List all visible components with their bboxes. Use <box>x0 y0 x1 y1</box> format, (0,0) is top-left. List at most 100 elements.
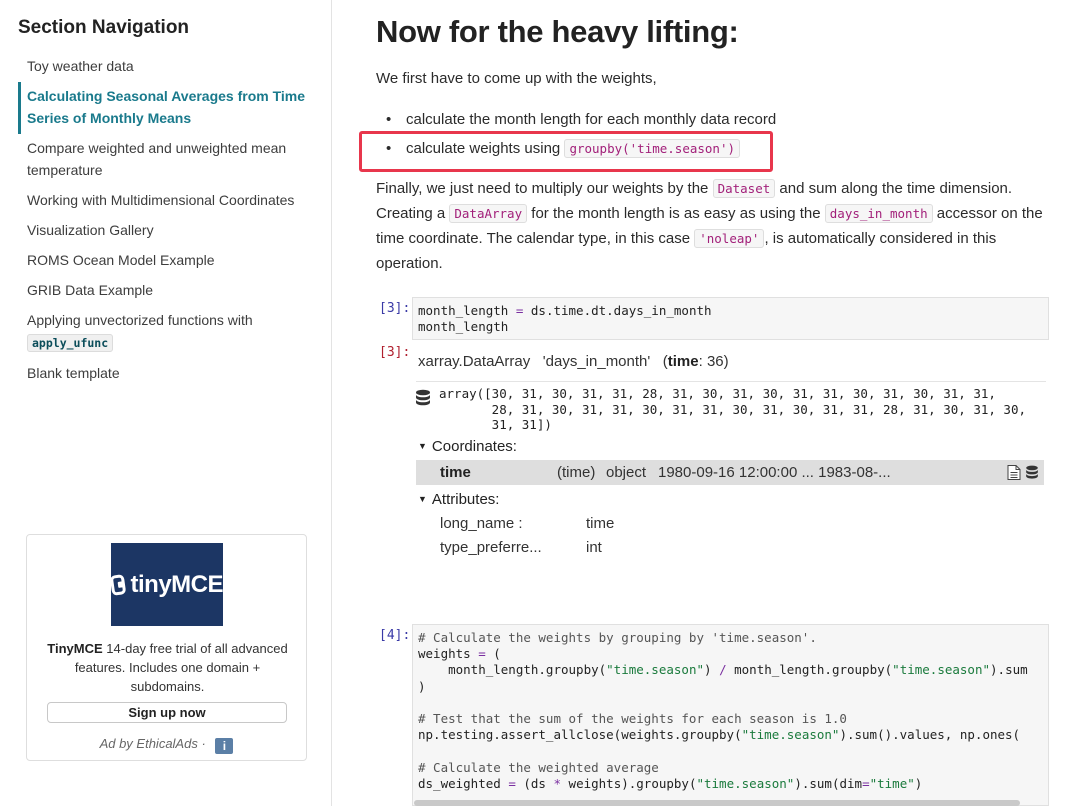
code-text: ).sum <box>990 662 1028 678</box>
code-operator: * <box>553 775 562 791</box>
sidebar-item-seasonal-averages[interactable]: Calculating Seasonal Averages from Time … <box>18 82 318 134</box>
dataarray-dim-size: : 36) <box>698 353 729 370</box>
attr-value: int <box>586 539 602 556</box>
cell-3-input-prompt: [3]: <box>379 301 411 316</box>
code-string: "time.season" <box>696 775 795 791</box>
code-string: "time" <box>869 775 915 791</box>
array-line: array([30, 31, 30, 31, 31, 28, 31, 30, 3… <box>439 386 996 401</box>
triangle-down-icon: ▼ <box>418 494 427 504</box>
sidebar-item-apply-ufunc[interactable]: Applying unvectorized functions with appl… <box>18 306 318 359</box>
code-text: ).sum().values, np.ones( <box>839 727 1021 743</box>
attr-value: time <box>586 515 615 532</box>
intro-paragraph: We first have to come up with the weight… <box>376 70 657 87</box>
code-text: ( <box>485 646 501 662</box>
highlight-annotation-box <box>359 131 773 172</box>
dataset-inline-code: Dataset <box>712 179 776 198</box>
sidebar-item-toy-weather-data[interactable]: Toy weather data <box>18 52 318 82</box>
sidebar-nav-list: Toy weather data Calculating Seasonal Av… <box>18 52 318 389</box>
tinymce-logo[interactable]: tinyMCE <box>109 543 224 626</box>
ad-footer-separator: · <box>201 736 206 751</box>
dataarray-type: xarray.DataArray <box>418 353 531 370</box>
code-text: ).sum(dim <box>794 775 863 791</box>
ad-brand[interactable]: TinyMCE <box>47 641 102 656</box>
coordinates-label: Coordinates: <box>431 438 517 455</box>
code-comment: # Test that the sum of the weights for e… <box>418 711 847 727</box>
ad-description: TinyMCE 14-day free trial of all advance… <box>37 639 298 696</box>
ad-footer: Ad by EthicalAds · i <box>27 736 306 754</box>
code-comment: # Calculate the weights by grouping by '… <box>418 630 817 645</box>
file-text-icon[interactable] <box>1007 465 1021 480</box>
tinymce-logo-text: tinyMCE <box>130 570 224 598</box>
code-text: month_length <box>418 319 509 335</box>
explanation-paragraph: Finally, we just need to multiply our we… <box>376 176 1056 276</box>
days-in-month-inline-code: days_in_month <box>824 204 933 223</box>
database-icon[interactable] <box>415 389 431 407</box>
sidebar-title: Section Navigation <box>18 17 190 38</box>
attributes-toggle[interactable]: ▼ Attributes: <box>418 491 499 508</box>
code-operator: = <box>478 646 486 662</box>
dataarray-inline-code: DataArray <box>449 204 528 223</box>
ethicalads-box: tinyMCE TinyMCE 14-day free trial of all… <box>26 534 307 761</box>
cell-4-code[interactable]: # Calculate the weights by grouping by '… <box>412 624 1049 806</box>
code-horizontal-scrollbar[interactable] <box>414 800 1020 806</box>
sidebar-item-apply-ufunc-code: apply_ufunc <box>27 334 114 352</box>
code-text: ) <box>704 662 720 678</box>
code-text: ds.time.dt.days_in_month <box>523 303 712 318</box>
explanation-text-3: for the month length is as easy as using… <box>527 205 825 222</box>
code-text: month_length <box>418 303 516 318</box>
cell-4-input-prompt: [4]: <box>379 628 411 643</box>
page-title: Now for the heavy lifting: <box>376 14 739 49</box>
coord-preview: 1980-09-16 12:00:00 ... 1983-08-... <box>658 464 891 481</box>
code-text: month_length.groupby( <box>726 662 893 678</box>
attr-key: type_preferre... <box>440 539 542 556</box>
code-text: weights <box>418 646 479 662</box>
attr-key: long_name : <box>440 515 523 532</box>
dataarray-header: xarray.DataArray 'days_in_month' (time: … <box>418 353 729 370</box>
code-comment: # Calculate the weighted average <box>418 759 659 775</box>
code-text: weights).groupby( <box>561 775 697 791</box>
coordinate-row-time: time (time) object 1980-09-16 12:00:00 .… <box>416 460 1044 485</box>
coordinates-toggle[interactable]: ▼ Coordinates: <box>418 438 517 455</box>
triangle-down-icon: ▼ <box>418 441 427 451</box>
code-string: "time.season" <box>892 662 991 678</box>
sidebar-item-roms-ocean-model[interactable]: ROMS Ocean Model Example <box>18 246 318 276</box>
tinymce-logo-icon <box>109 573 126 596</box>
dataarray-dim-name: time <box>667 353 699 370</box>
attributes-label: Attributes: <box>431 491 500 508</box>
code-text: ) <box>418 678 426 694</box>
array-line: 28, 31, 30, 31, 31, 30, 31, 31, 30, 31, … <box>439 401 1026 417</box>
main-content: Now for the heavy lifting: We first have… <box>359 0 1080 806</box>
sidebar-item-multidimensional-coordinates[interactable]: Working with Multidimensional Coordinate… <box>18 186 318 216</box>
code-text: ) <box>914 775 923 791</box>
array-line: 31, 31]) <box>439 417 552 432</box>
cell-3-code[interactable]: month_length = ds.time.dt.days_in_month … <box>412 297 1049 340</box>
sign-up-button[interactable]: Sign up now <box>47 702 287 723</box>
coord-dtype: object <box>606 464 647 481</box>
noleap-inline-code: 'noleap' <box>694 229 765 248</box>
explanation-text-1: Finally, we just need to multiply our we… <box>376 180 713 197</box>
output-divider <box>416 381 1046 382</box>
ad-attribution-link[interactable]: Ad by EthicalAds <box>100 736 198 751</box>
info-icon[interactable]: i <box>215 738 234 754</box>
coord-name: time <box>440 464 471 481</box>
coord-dims: (time) <box>557 464 596 481</box>
code-text: ds_weighted <box>418 775 509 791</box>
sidebar-item-grib-data[interactable]: GRIB Data Example <box>18 276 318 306</box>
section-navigation-sidebar: Section Navigation Toy weather data Calc… <box>0 0 332 806</box>
code-string: "time.season" <box>606 662 704 678</box>
sidebar-item-blank-template[interactable]: Blank template <box>18 359 318 389</box>
database-icon[interactable] <box>1025 465 1039 480</box>
code-operator: = <box>508 775 516 791</box>
code-operator: / <box>719 662 727 678</box>
sidebar-item-compare-weighted[interactable]: Compare weighted and unweighted mean tem… <box>18 134 318 186</box>
code-text: (ds <box>515 775 554 791</box>
ad-body-text: 14-day free trial of all advanced featur… <box>74 641 288 694</box>
code-string: "time.season" <box>741 727 840 743</box>
code-text: month_length.groupby( <box>418 662 607 678</box>
sidebar-item-visualization-gallery[interactable]: Visualization Gallery <box>18 216 318 246</box>
dataarray-name: 'days_in_month' <box>542 353 651 370</box>
sidebar-item-apply-ufunc-label: Applying unvectorized functions with <box>27 312 253 328</box>
cell-3-output-prompt: [3]: <box>379 345 411 360</box>
code-text: np.testing.assert_allclose(weights.group… <box>418 727 742 743</box>
array-values: array([30, 31, 30, 31, 31, 28, 31, 30, 3… <box>439 386 1026 433</box>
